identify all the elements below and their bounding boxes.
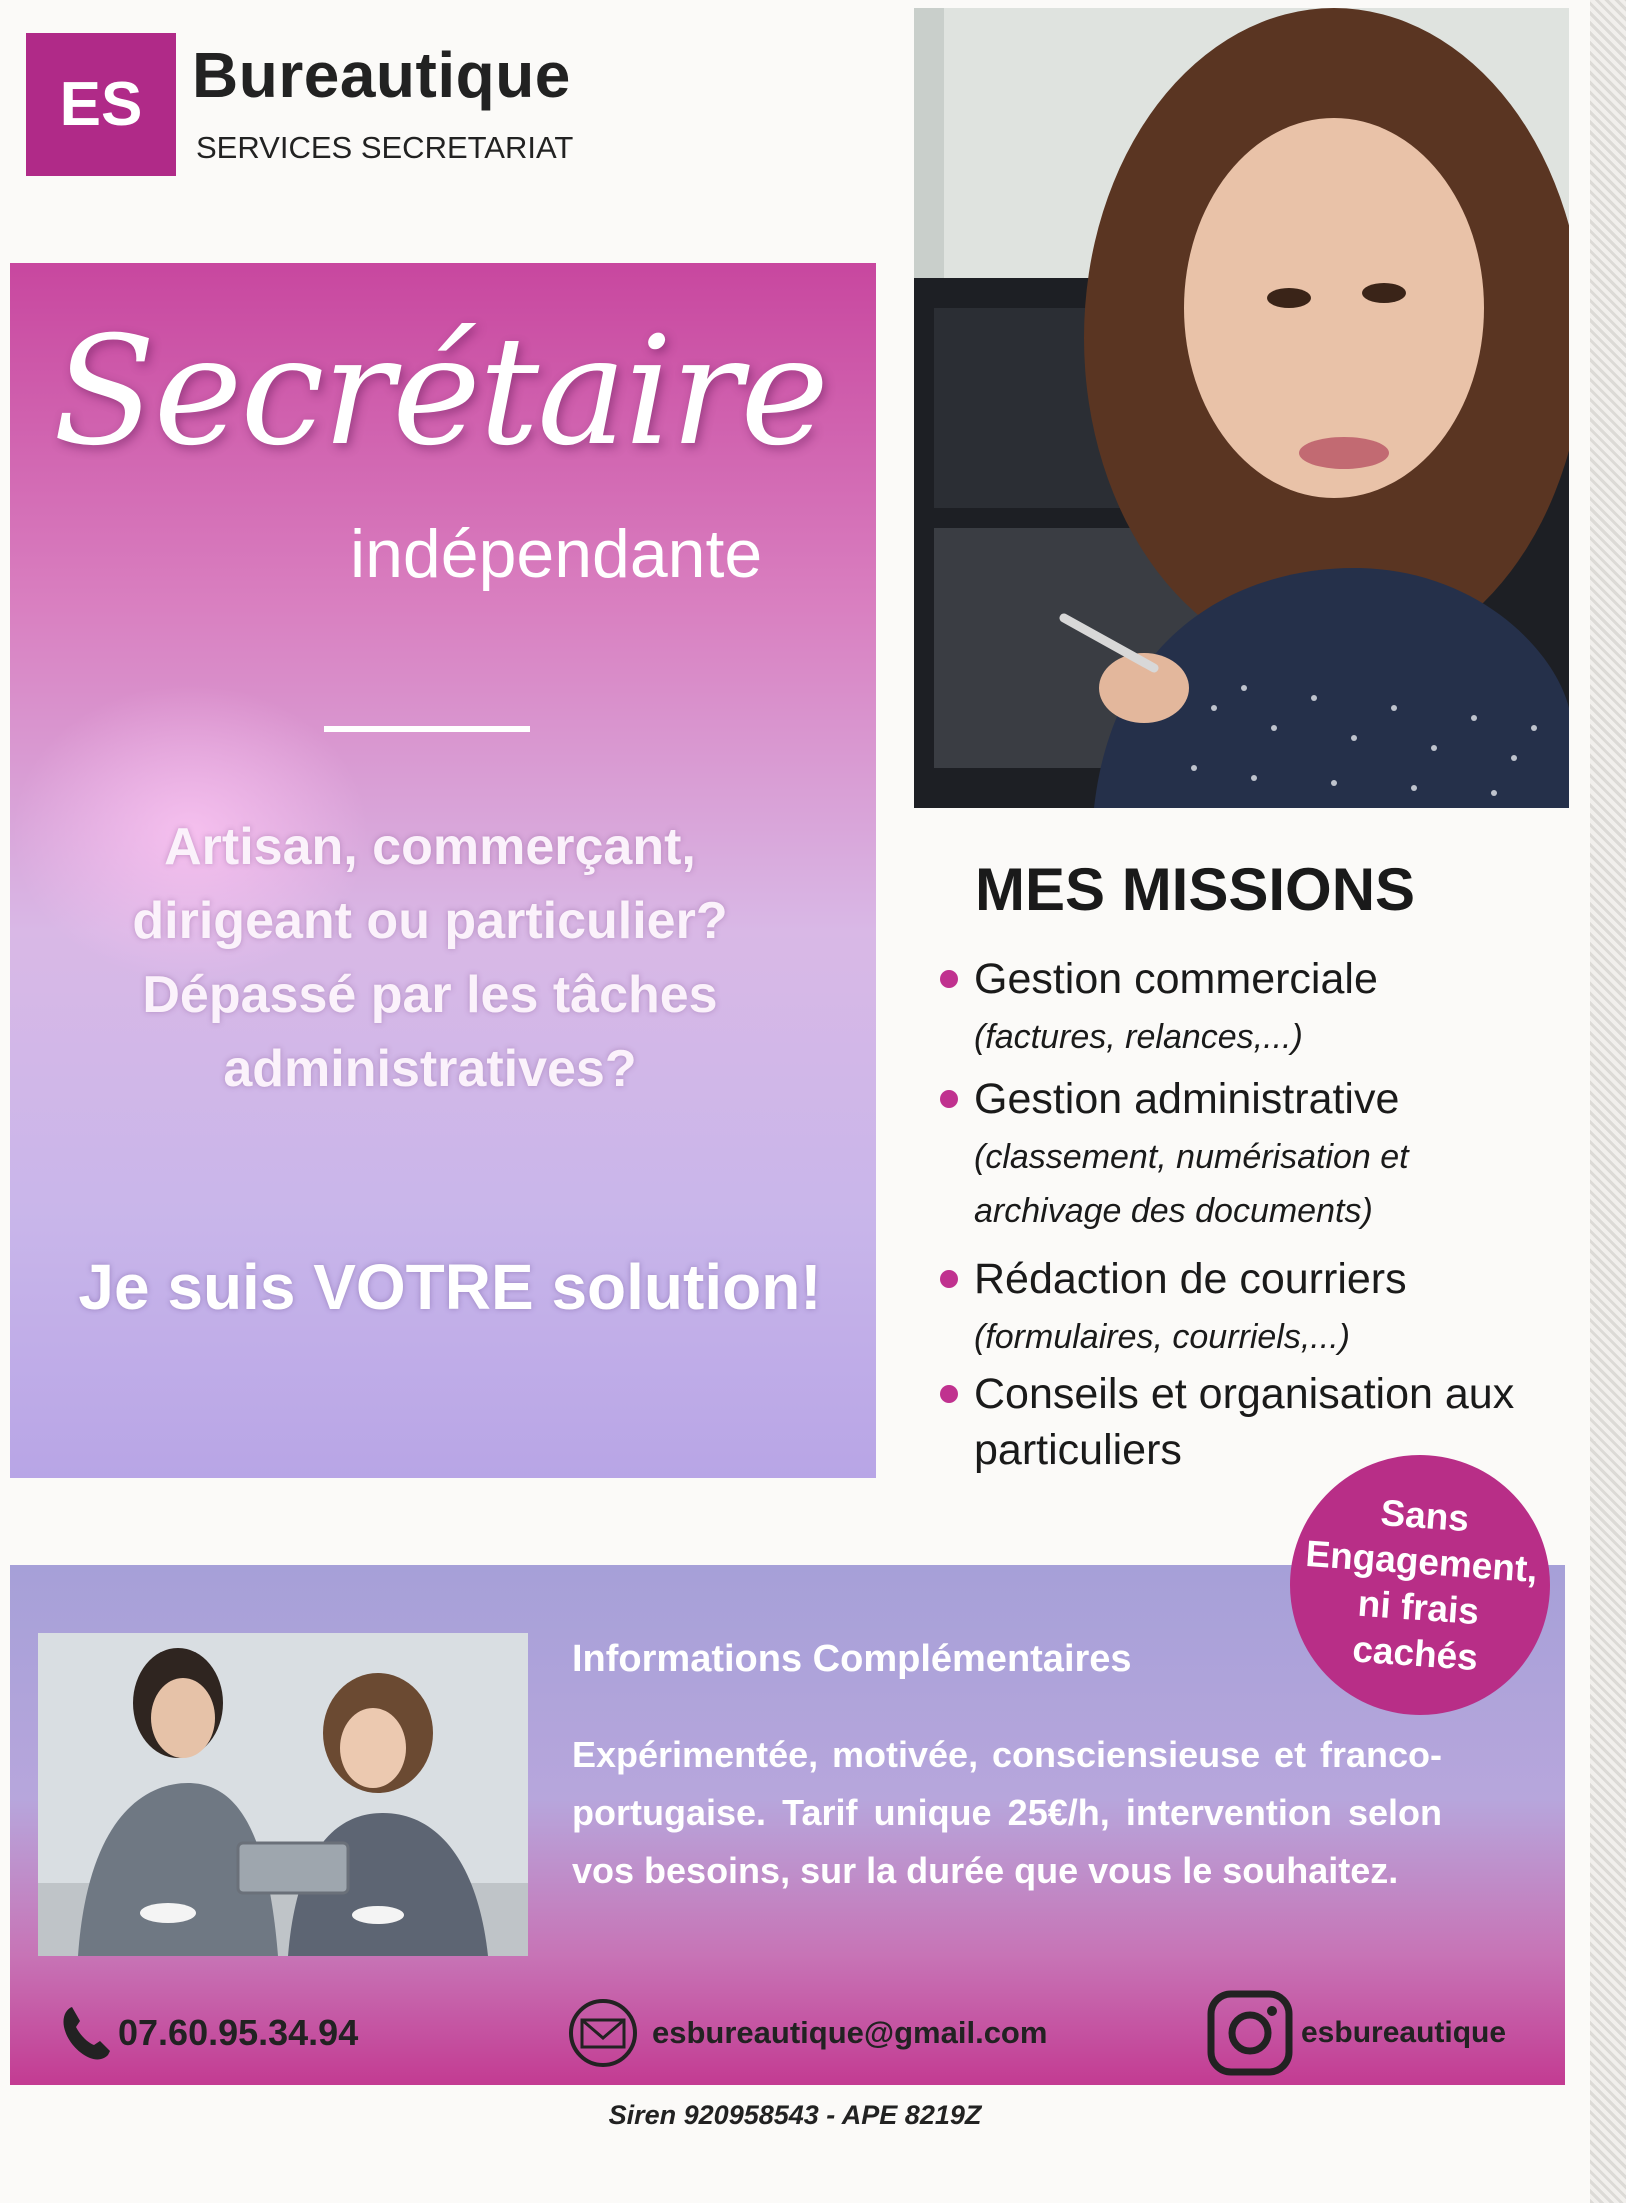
hero-solution: Je suis VOTRE solution! — [78, 1251, 822, 1323]
mission-detail: (classement, numérisation et archivage d… — [974, 1138, 1409, 1230]
hero-question-line: Artisan, commerçant, — [164, 818, 696, 876]
bullet-dot-icon — [940, 970, 958, 988]
logo-name: Bureautique — [192, 39, 571, 111]
mail-icon — [569, 1999, 637, 2067]
hero-title: Secrétaire — [52, 305, 829, 479]
bullet-dot-icon — [940, 1270, 958, 1288]
meeting-illustration — [38, 1633, 528, 1956]
portrait-photo — [914, 8, 1569, 808]
contact-phone[interactable]: 07.60.95.34.94 — [58, 1998, 358, 2068]
bullet-dot-icon — [940, 1090, 958, 1108]
mission-detail: (factures, relances,...) — [974, 1018, 1303, 1056]
hero-question-line: administratives? — [223, 1040, 637, 1098]
hero-question: Artisan, commerçant, dirigeant ou partic… — [50, 810, 810, 1106]
email-address: esbureautique@gmail.com — [652, 2015, 1048, 2050]
flyer: ES Bureautique SERVICES SECRETARIAT Secr… — [0, 0, 1590, 2203]
hero-subtitle: indépendante — [350, 516, 763, 592]
mission-title: Rédaction de courriers — [974, 1255, 1407, 1303]
mission-detail: (formulaires, courriels,...) — [974, 1318, 1350, 1356]
hero-divider — [324, 726, 530, 732]
hero-question-line: Dépassé par les tâches — [142, 966, 718, 1024]
instagram-icon — [1207, 1990, 1293, 2076]
siren-info: Siren 920958543 - APE 8219Z — [608, 2100, 982, 2130]
portrait-illustration — [914, 8, 1569, 808]
phone-number: 07.60.95.34.94 — [118, 2012, 359, 2053]
phone-icon — [63, 2007, 110, 2060]
bullet-dot-icon — [940, 1385, 958, 1403]
contact-email[interactable]: esbureautique@gmail.com — [560, 1998, 1047, 2068]
hero-question-line: dirigeant ou particulier? — [132, 892, 728, 950]
missions-heading: MES MISSIONS — [975, 856, 1416, 923]
info-heading: Informations Complémentaires — [572, 1638, 1132, 1680]
logo-tagline: SERVICES SECRETARIAT — [196, 130, 574, 165]
contact-instagram[interactable]: esbureautique — [1205, 1990, 1507, 2076]
mission-title: Gestion commerciale — [974, 955, 1378, 1003]
mission-title: Conseils et organisation aux — [974, 1370, 1515, 1418]
logo-mark: ES — [26, 33, 176, 176]
info-body: Expérimentée, motivée, consciensieuse et… — [572, 1734, 1442, 1891]
instagram-handle: esbureautique — [1301, 2016, 1507, 2049]
mission-title: Gestion administrative — [974, 1075, 1400, 1123]
meeting-photo — [38, 1633, 528, 1956]
wall-background — [1590, 0, 1626, 2203]
